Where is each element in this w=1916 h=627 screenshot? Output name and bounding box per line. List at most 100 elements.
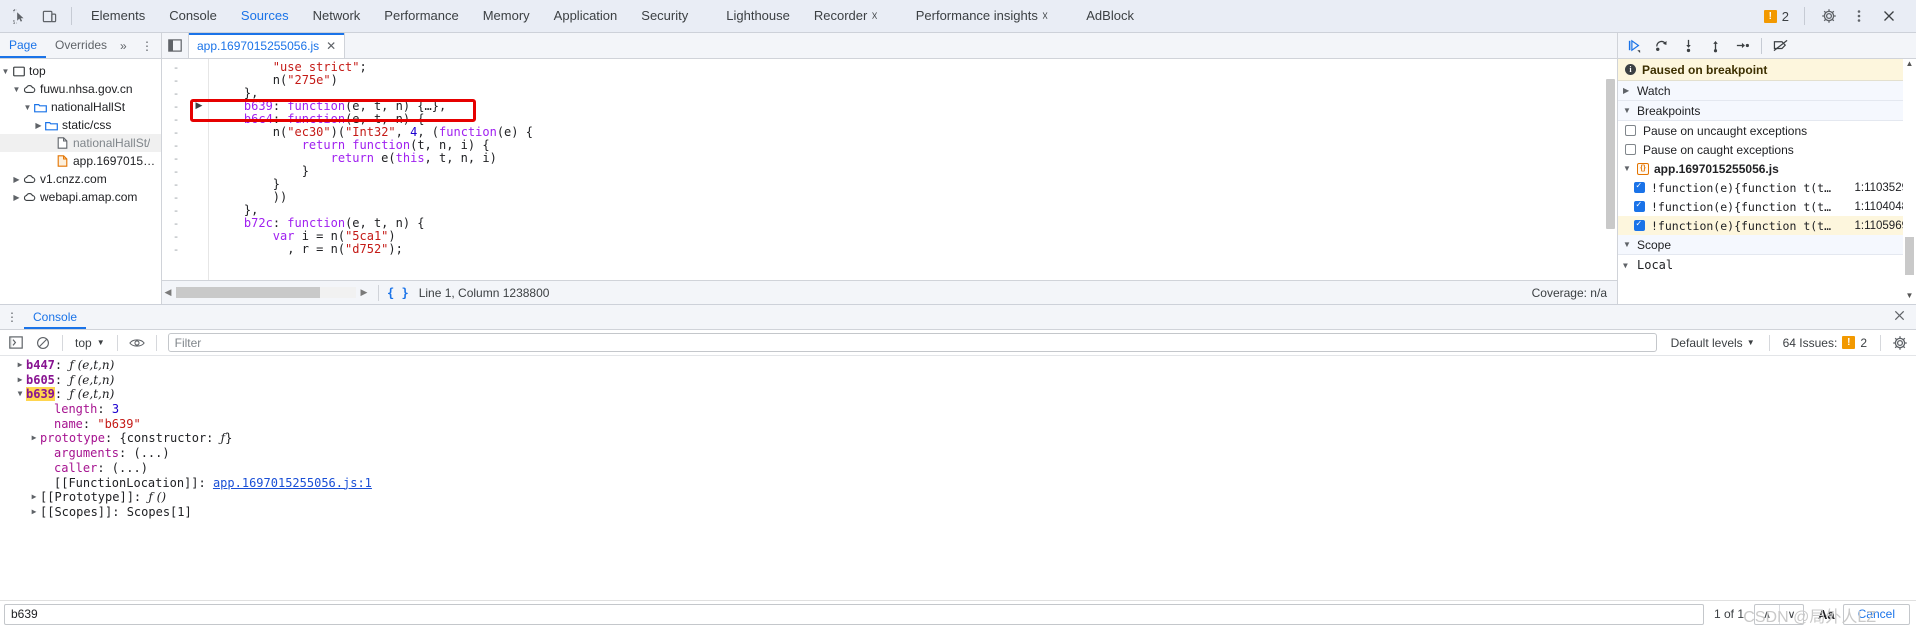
- tree-item-app-js[interactable]: app.169701525505: [0, 152, 161, 170]
- console-property-row[interactable]: arguments: (...): [0, 446, 1916, 461]
- scroll-right-arrow[interactable]: ▶: [358, 287, 370, 298]
- console-property-row[interactable]: caller: (...): [0, 461, 1916, 476]
- scroll-left-arrow[interactable]: ◀: [162, 287, 174, 298]
- code-line[interactable]: return e(this, t, n, i): [215, 152, 1617, 165]
- tab-performance-insights[interactable]: Performance insights ☓: [904, 0, 1061, 32]
- tab-lighthouse[interactable]: Lighthouse: [714, 0, 802, 32]
- code-area[interactable]: --------------- ▶ "use strict"; n("275e"…: [162, 59, 1617, 280]
- breakpoint-row[interactable]: !function(e){function t(t){for(var n,i,o…: [1618, 178, 1916, 197]
- twisty-icon[interactable]: ▶: [28, 505, 40, 520]
- twisty-icon[interactable]: ▼: [22, 103, 33, 112]
- execution-context-selector[interactable]: top ▼: [70, 336, 110, 350]
- find-input[interactable]: b639: [4, 603, 1704, 625]
- match-case-button[interactable]: Aa: [1804, 607, 1843, 622]
- tree-item-webapi-amap-com[interactable]: ▶ webapi.amap.com: [0, 188, 161, 206]
- pause-uncaught-exceptions-row[interactable]: Pause on uncaught exceptions: [1618, 121, 1916, 140]
- code-line[interactable]: b639: function(e, t, n) {…},: [215, 100, 1617, 113]
- code-line[interactable]: , r = n("d752");: [215, 243, 1617, 256]
- checkbox[interactable]: [1634, 219, 1645, 231]
- twisty-icon[interactable]: ▼: [14, 387, 26, 402]
- checkbox[interactable]: [1625, 144, 1636, 155]
- gear-icon[interactable]: [1814, 3, 1844, 30]
- step-button[interactable]: [1730, 34, 1755, 58]
- console-property-row[interactable]: ▶ b605: ƒ (e,t,n): [0, 373, 1916, 388]
- console-sidebar-icon[interactable]: [4, 332, 28, 354]
- twisty-icon[interactable]: ▶: [33, 121, 44, 130]
- twisty-icon[interactable]: ▶: [28, 431, 40, 446]
- tree-item-fuwu-nhsa-gov-cn[interactable]: ▼ fuwu.nhsa.gov.cn: [0, 80, 161, 98]
- twisty-icon[interactable]: ▶: [14, 358, 26, 373]
- navigator-tab-page[interactable]: Page: [0, 33, 46, 58]
- twisty-icon[interactable]: ▶: [11, 175, 22, 184]
- pause-caught-exceptions-row[interactable]: Pause on caught exceptions: [1618, 140, 1916, 159]
- clear-console-icon[interactable]: [31, 332, 55, 354]
- tree-item-nationalhallst-folder[interactable]: ▼ nationalHallSt: [0, 98, 161, 116]
- editor-horizontal-scrollbar[interactable]: [176, 286, 356, 299]
- code-line[interactable]: "use strict";: [215, 61, 1617, 74]
- twisty-icon[interactable]: ▼: [11, 85, 22, 94]
- console-property-row[interactable]: name: "b639": [0, 417, 1916, 432]
- step-over-button[interactable]: [1649, 34, 1674, 58]
- twisty-icon[interactable]: ▶: [28, 490, 40, 505]
- console-property-row[interactable]: ▶ [[Prototype]]: ƒ (): [0, 490, 1916, 505]
- scroll-up-arrow[interactable]: ▲: [1903, 59, 1916, 72]
- console-output[interactable]: ▶ b447: ƒ (e,t,n) ▶ b605: ƒ (e,t,n) ▼ b639: ƒ…: [0, 356, 1916, 600]
- tab-console[interactable]: Console: [157, 0, 229, 32]
- close-icon[interactable]: ✕: [326, 39, 336, 53]
- find-previous-button[interactable]: ∧: [1755, 605, 1779, 624]
- breakpoint-row[interactable]: !function(e){function t(t){for(var n,i,o…: [1618, 197, 1916, 216]
- drawer-tab-console[interactable]: Console: [24, 305, 86, 329]
- show-navigator-icon[interactable]: [162, 33, 188, 58]
- navigator-tab-overrides[interactable]: Overrides: [46, 33, 116, 58]
- twisty-icon[interactable]: ▶: [14, 373, 26, 388]
- gear-icon[interactable]: [1888, 332, 1912, 354]
- editor-tab-app-js[interactable]: app.1697015255056.js ✕: [188, 33, 346, 58]
- navigator-menu-icon[interactable]: ⋮: [133, 39, 161, 53]
- tab-sources[interactable]: Sources: [229, 0, 301, 32]
- breakpoint-file-group[interactable]: ▼ {} app.1697015255056.js: [1618, 159, 1916, 178]
- code-line[interactable]: b72c: function(e, t, n) {: [215, 217, 1617, 230]
- checkbox[interactable]: [1625, 125, 1636, 136]
- close-icon[interactable]: [1883, 309, 1916, 325]
- tree-item-top[interactable]: ▼ top: [0, 62, 161, 80]
- more-vertical-icon[interactable]: [1844, 3, 1874, 30]
- log-levels-selector[interactable]: Default levels ▼: [1664, 336, 1762, 350]
- console-property-row[interactable]: ▶ b447: ƒ (e,t,n): [0, 358, 1916, 373]
- console-issues-link[interactable]: 64 Issues: ! 2: [1777, 336, 1873, 350]
- twisty-icon[interactable]: ▼: [0, 67, 11, 76]
- code-line[interactable]: },: [215, 204, 1617, 217]
- code-line[interactable]: var i = n("5ca1"): [215, 230, 1617, 243]
- device-toolbar-icon[interactable]: [34, 3, 64, 30]
- tab-adblock[interactable]: AdBlock: [1074, 0, 1146, 32]
- more-tabs-icon[interactable]: »: [116, 39, 131, 53]
- cancel-button[interactable]: Cancel: [1842, 603, 1910, 625]
- breakpoint-row-active[interactable]: !function(e){function t(t){for(var n,i,o…: [1618, 216, 1916, 235]
- checkbox[interactable]: [1634, 181, 1645, 193]
- checkbox[interactable]: [1634, 200, 1645, 212]
- find-next-button[interactable]: ∨: [1779, 604, 1803, 624]
- deactivate-breakpoints-button[interactable]: [1768, 34, 1793, 58]
- issues-counter[interactable]: ! 2: [1763, 9, 1789, 24]
- tree-item-v1-cnzz-com[interactable]: ▶ v1.cnzz.com: [0, 170, 161, 188]
- watch-section-header[interactable]: ▶ Watch: [1618, 81, 1916, 101]
- tab-network[interactable]: Network: [301, 0, 373, 32]
- scrollbar-thumb[interactable]: [176, 287, 320, 298]
- scroll-down-arrow[interactable]: ▼: [1903, 291, 1916, 304]
- code-line[interactable]: }: [215, 165, 1617, 178]
- fold-arrow-icon[interactable]: ▶: [190, 100, 208, 113]
- tab-memory[interactable]: Memory: [471, 0, 542, 32]
- debugger-vertical-scrollbar[interactable]: ▲ ▼: [1903, 59, 1916, 304]
- resume-button[interactable]: [1622, 34, 1647, 58]
- step-into-button[interactable]: [1676, 34, 1701, 58]
- console-property-row[interactable]: ▶ [[Scopes]]: Scopes[1]: [0, 505, 1916, 520]
- console-property-row[interactable]: ▼ b639: ƒ (e,t,n): [0, 387, 1916, 402]
- console-property-row[interactable]: length: 3: [0, 402, 1916, 417]
- scrollbar-track[interactable]: [176, 287, 356, 298]
- console-property-row[interactable]: ▶ prototype: {constructor: ƒ}: [0, 431, 1916, 446]
- step-out-button[interactable]: [1703, 34, 1728, 58]
- scope-local-row[interactable]: ▼ Local: [1618, 255, 1916, 275]
- editor-vertical-scrollbar[interactable]: [1604, 59, 1617, 280]
- tab-performance[interactable]: Performance: [372, 0, 470, 32]
- pretty-print-glyph[interactable]: { }: [387, 286, 409, 300]
- scope-section-header[interactable]: ▼ Scope: [1618, 235, 1916, 255]
